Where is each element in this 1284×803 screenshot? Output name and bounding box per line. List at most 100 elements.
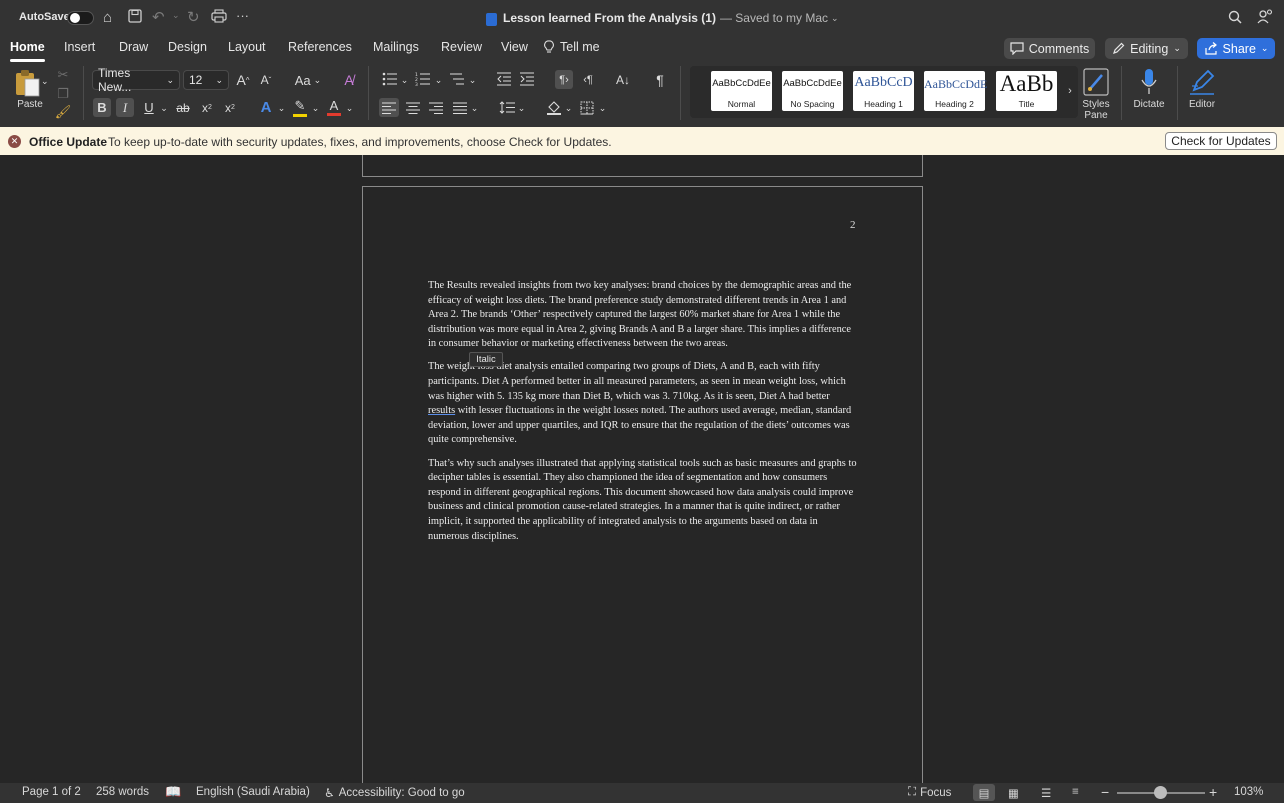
bold-button[interactable]: B — [93, 98, 111, 117]
print-icon[interactable] — [211, 9, 227, 23]
align-left-button[interactable] — [379, 98, 399, 117]
superscript-button[interactable]: x2 — [222, 98, 238, 117]
style-no-spacing[interactable]: AaBbCcDdEe No Spacing — [782, 71, 843, 111]
show-formatting-marks-icon[interactable]: ¶ — [651, 70, 669, 89]
paste-button[interactable] — [12, 68, 44, 98]
strikethrough-button[interactable]: ab — [174, 98, 192, 117]
underline-button[interactable]: U — [141, 98, 157, 117]
align-right-button[interactable] — [427, 98, 445, 117]
change-case-button[interactable]: Aa ⌄ — [294, 71, 322, 89]
chevron-down-icon[interactable]: ⌄ — [831, 13, 839, 24]
outline-view-icon[interactable]: ☰ — [1041, 786, 1051, 800]
tab-view[interactable]: View — [501, 40, 528, 54]
font-size-select[interactable]: 12 ⌄ — [183, 70, 229, 90]
decrease-indent-icon[interactable] — [495, 70, 513, 88]
document-page[interactable]: 2 The Results revealed insights from two… — [362, 186, 923, 783]
chevron-down-icon[interactable]: ⌄ — [434, 73, 443, 87]
style-normal[interactable]: AaBbCcDdEe Normal — [711, 71, 772, 111]
dictate-button[interactable] — [1138, 67, 1160, 97]
grow-font-icon[interactable]: A ^ — [235, 70, 251, 90]
tab-draw[interactable]: Draw — [119, 40, 148, 54]
comments-button[interactable]: Comments — [1004, 38, 1095, 59]
shrink-font-icon[interactable]: Aˇ — [258, 70, 274, 90]
paste-dropdown-icon[interactable]: ⌄ — [41, 76, 49, 87]
share-button[interactable]: Share ⌄ — [1197, 38, 1275, 59]
sort-icon[interactable]: A↓ — [614, 70, 632, 89]
zoom-level[interactable]: 103% — [1234, 786, 1263, 798]
autosave-toggle[interactable] — [67, 11, 94, 25]
print-layout-icon[interactable]: ▤ — [973, 784, 995, 801]
chevron-down-icon[interactable]: ⌄ — [400, 73, 409, 87]
style-heading-2[interactable]: AaBbCcDdE Heading 2 — [924, 71, 987, 111]
font-color-button[interactable]: A — [325, 97, 343, 118]
chevron-down-icon[interactable]: ⌄ — [470, 100, 479, 116]
text-effects-icon[interactable]: A — [256, 98, 276, 117]
word-count[interactable]: 258 words — [96, 786, 149, 798]
zoom-slider-thumb[interactable] — [1154, 786, 1167, 799]
page-count[interactable]: Page 1 of 2 — [22, 786, 81, 798]
style-title[interactable]: AaBb Title — [996, 71, 1057, 111]
numbering-icon[interactable]: 123 — [414, 70, 432, 88]
focus-button[interactable]: ⛶ Focus — [908, 786, 951, 799]
tab-home[interactable]: Home — [10, 40, 45, 62]
undo-icon[interactable]: ↶ — [152, 8, 165, 26]
paragraph[interactable]: The Results revealed insights from two k… — [428, 279, 858, 352]
format-painter-icon[interactable]: 🖌 — [55, 104, 72, 120]
check-for-updates-button[interactable]: Check for Updates — [1165, 132, 1277, 150]
ltr-direction-icon[interactable]: ¶› — [555, 70, 573, 89]
styles-pane-button[interactable] — [1082, 67, 1110, 97]
language[interactable]: English (Saudi Arabia) — [196, 786, 310, 798]
account-icon[interactable] — [1257, 9, 1273, 24]
zoom-out-icon[interactable]: − — [1101, 784, 1109, 800]
subscript-button[interactable]: x2 — [199, 98, 215, 117]
rtl-direction-icon[interactable]: ‹¶ — [579, 70, 597, 89]
bullets-icon[interactable] — [381, 70, 399, 88]
chevron-down-icon[interactable]: ⌄ — [598, 100, 607, 116]
zoom-in-icon[interactable]: + — [1209, 784, 1217, 800]
tab-references[interactable]: References — [288, 40, 352, 54]
multilevel-list-icon[interactable] — [448, 70, 466, 88]
draft-view-icon[interactable]: ≡ — [1072, 786, 1079, 798]
style-heading-1[interactable]: AaBbCcD Heading 1 — [853, 71, 914, 111]
line-spacing-icon[interactable] — [498, 98, 516, 117]
paragraph[interactable]: The weight loss diet analysis entailed c… — [428, 360, 858, 448]
tab-layout[interactable]: Layout — [228, 40, 266, 54]
undo-dropdown-icon[interactable]: ⌄ — [172, 10, 180, 21]
proofing-icon[interactable]: 📖 — [165, 784, 181, 800]
editing-button[interactable]: Editing ⌄ — [1105, 38, 1188, 59]
body-text[interactable]: The Results revealed insights from two k… — [428, 279, 858, 553]
home-icon[interactable]: ⌂ — [103, 9, 112, 26]
borders-icon[interactable] — [578, 98, 596, 117]
tab-mailings[interactable]: Mailings — [373, 40, 419, 54]
chevron-down-icon[interactable]: ⌄ — [277, 100, 286, 116]
more-icon[interactable]: ··· — [236, 8, 249, 23]
highlight-color-button[interactable]: ✎ — [290, 97, 310, 118]
tab-review[interactable]: Review — [441, 40, 482, 54]
increase-indent-icon[interactable] — [518, 70, 536, 88]
chevron-down-icon[interactable]: ⌄ — [517, 100, 526, 116]
chevron-down-icon[interactable]: ⌄ — [311, 100, 320, 116]
dismiss-icon[interactable]: ✕ — [8, 135, 21, 148]
redo-icon[interactable]: ↻ — [187, 8, 200, 26]
chevron-down-icon[interactable]: ⌄ — [345, 100, 354, 116]
justify-button[interactable] — [451, 98, 469, 117]
tab-design[interactable]: Design — [168, 40, 207, 54]
clear-formatting-icon[interactable]: A̸ — [340, 70, 358, 90]
web-layout-icon[interactable]: ▦ — [1008, 786, 1019, 800]
document-canvas[interactable]: 2 The Results revealed insights from two… — [0, 155, 1284, 783]
flagged-word[interactable]: results — [428, 405, 455, 416]
tell-me[interactable]: Tell me — [544, 40, 600, 54]
cut-icon[interactable]: ✂ — [56, 67, 70, 83]
copy-icon[interactable]: ❐ — [56, 86, 70, 102]
chevron-right-icon[interactable]: › — [1065, 84, 1075, 98]
editor-button[interactable] — [1188, 67, 1216, 97]
align-center-button[interactable] — [404, 98, 422, 117]
italic-button[interactable]: I — [116, 98, 134, 117]
shading-icon[interactable] — [545, 98, 563, 117]
underline-dropdown-icon[interactable]: ⌄ — [159, 100, 169, 116]
chevron-down-icon[interactable]: ⌄ — [468, 73, 477, 87]
font-name-select[interactable]: Times New... ⌄ — [92, 66, 180, 94]
chevron-down-icon[interactable]: ⌄ — [564, 100, 573, 116]
save-icon[interactable] — [128, 9, 142, 23]
accessibility-status[interactable]: ♿ Accessibility: Good to go — [324, 786, 465, 800]
